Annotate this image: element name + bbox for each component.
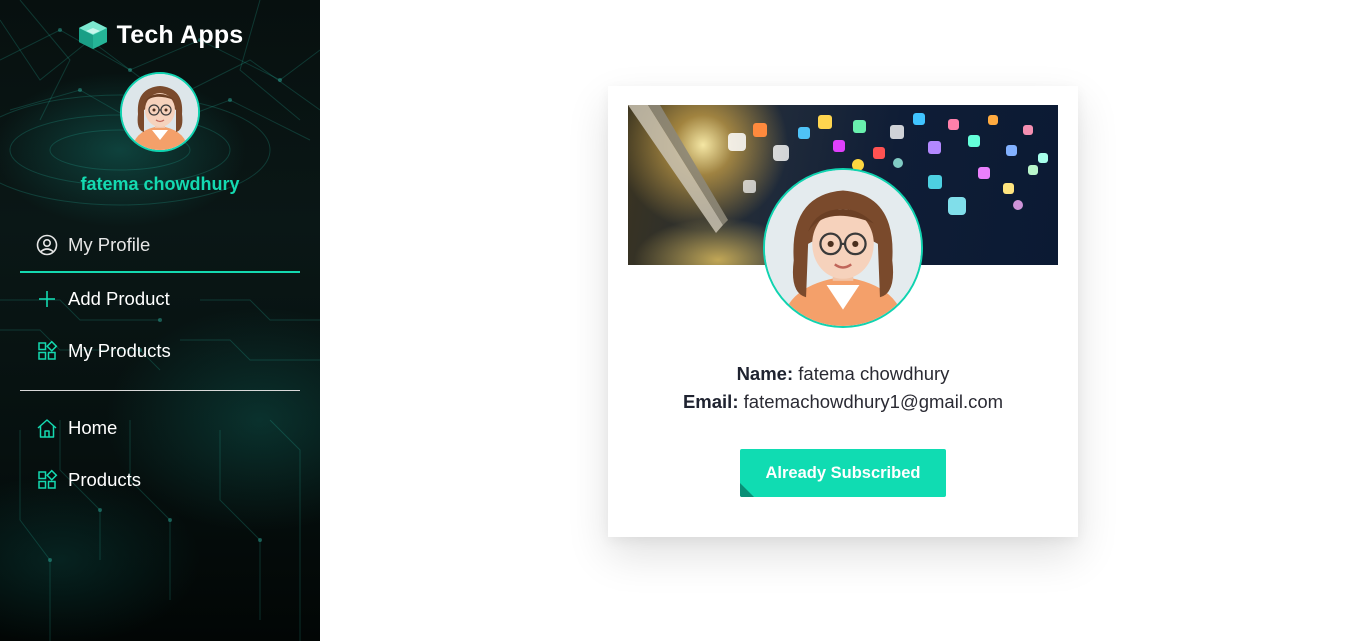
sidebar: Tech Apps fatema chowdhury My Profile Ad… xyxy=(0,0,320,641)
user-circle-icon xyxy=(36,234,58,256)
email-value: fatemachowdhury1@gmail.com xyxy=(743,391,1004,412)
already-subscribed-button[interactable]: Already Subscribed xyxy=(740,449,946,497)
sidebar-divider xyxy=(20,390,300,391)
profile-name-line: Name: fatema chowdhury xyxy=(608,363,1078,385)
sidebar-item-label: My Profile xyxy=(68,234,151,255)
sidebar-item-label: Add Product xyxy=(68,288,170,309)
button-label: Already Subscribed xyxy=(765,463,921,482)
sidebar-item-my-profile[interactable]: My Profile xyxy=(36,234,150,256)
name-value: fatema chowdhury xyxy=(798,363,950,384)
sidebar-user-name: fatema chowdhury xyxy=(80,174,240,194)
profile-avatar xyxy=(763,168,923,328)
avatar-illustration xyxy=(122,74,198,150)
app-root: Tech Apps fatema chowdhury My Profile Ad… xyxy=(0,0,1366,641)
brand[interactable]: Tech Apps xyxy=(0,20,320,50)
profile-avatar-illustration xyxy=(765,170,921,326)
active-indicator xyxy=(20,271,300,273)
sidebar-item-home[interactable]: Home xyxy=(36,417,117,439)
grid-icon xyxy=(36,340,58,362)
profile-email-line: Email: fatemachowdhury1@gmail.com xyxy=(608,391,1078,413)
home-icon xyxy=(36,417,58,439)
sidebar-item-label: My Products xyxy=(68,340,171,361)
profile-card: Name: fatema chowdhury Email: fatemachow… xyxy=(608,86,1078,537)
name-label: Name: xyxy=(736,363,794,384)
button-corner-fold xyxy=(740,483,754,497)
sidebar-item-my-products[interactable]: My Products xyxy=(36,340,171,362)
grid-icon xyxy=(36,469,58,491)
sidebar-item-label: Products xyxy=(68,469,142,490)
sidebar-item-add-product[interactable]: Add Product xyxy=(36,288,170,310)
avatar[interactable] xyxy=(120,72,200,152)
plus-icon xyxy=(36,288,58,310)
email-label: Email: xyxy=(682,391,739,412)
sidebar-item-products[interactable]: Products xyxy=(36,469,141,491)
sidebar-item-label: Home xyxy=(68,417,118,438)
cube-logo-icon xyxy=(78,21,107,49)
brand-name: Tech Apps xyxy=(116,20,244,49)
